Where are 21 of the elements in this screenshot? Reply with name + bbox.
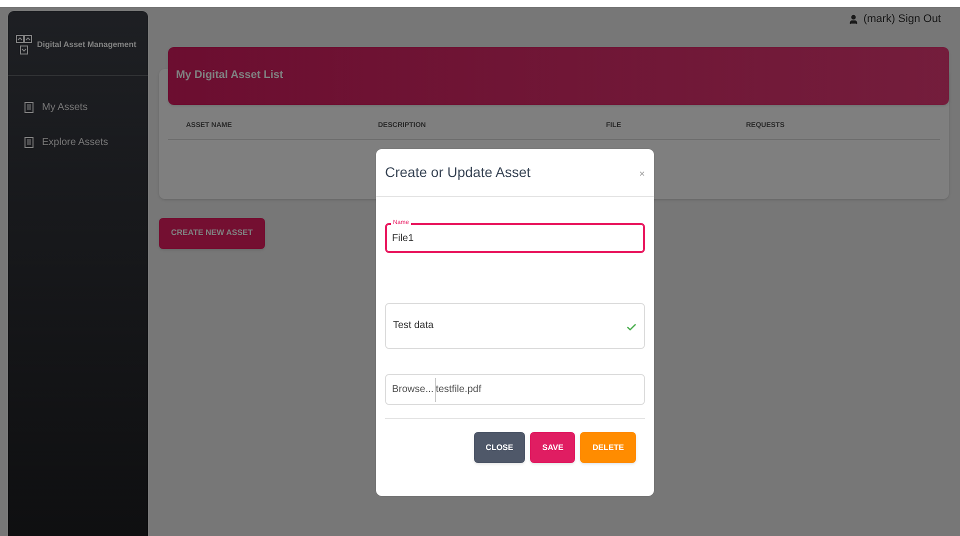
user-icon (848, 14, 860, 25)
close-button[interactable]: × (639, 167, 645, 182)
brand-title: Digital Asset Management (37, 39, 136, 51)
document-icon (24, 102, 34, 113)
description-text: Test data (393, 320, 434, 331)
file-name: testfile.pdf (436, 383, 482, 397)
logo-icon (16, 35, 32, 55)
browse-button[interactable]: Browse... (392, 378, 436, 402)
create-asset-button[interactable]: CREATE NEW ASSET (159, 218, 265, 248)
card-title: My Digital Asset List (176, 68, 284, 84)
description-field[interactable]: Test data (385, 303, 645, 349)
document-icon (24, 137, 34, 148)
dialog-title: Create or Update Asset (385, 163, 531, 182)
sign-out-link[interactable]: (mark) Sign Out (848, 11, 941, 28)
save-button[interactable]: SAVE (530, 432, 576, 463)
file-field[interactable]: Browse... testfile.pdf (385, 374, 645, 405)
sidebar-item[interactable]: My Assets (24, 96, 132, 119)
delete-button[interactable]: DELETE (580, 432, 636, 463)
name-input[interactable]: File1 (387, 226, 643, 252)
close-button[interactable]: CLOSE (474, 432, 526, 463)
sidebar-item[interactable]: Explore Assets (24, 131, 132, 154)
